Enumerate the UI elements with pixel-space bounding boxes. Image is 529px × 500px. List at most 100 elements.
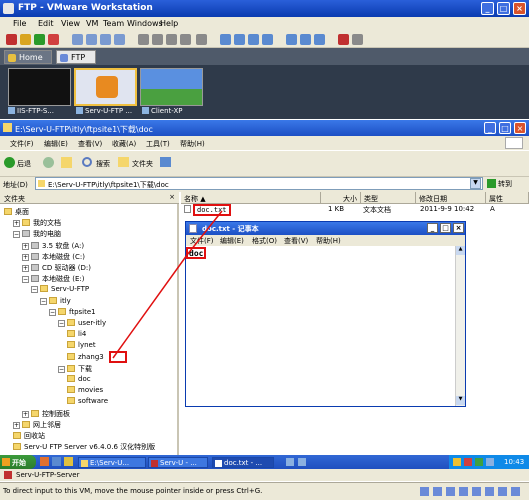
- up-folder-icon[interactable]: [61, 157, 72, 168]
- record-icon[interactable]: [338, 34, 349, 45]
- close-button[interactable]: ×: [513, 2, 526, 15]
- expand-icon[interactable]: +: [13, 220, 20, 228]
- tree-node[interactable]: li4: [67, 330, 86, 338]
- device-sound-icon[interactable]: [485, 487, 494, 496]
- vm-thumbnail-client[interactable]: [140, 68, 203, 106]
- tray-icon[interactable]: [464, 458, 472, 466]
- start-button[interactable]: 开始: [0, 455, 36, 469]
- collapse-icon[interactable]: −: [31, 286, 38, 294]
- expand-icon[interactable]: +: [22, 253, 29, 261]
- settings-icon[interactable]: [196, 34, 207, 45]
- stop-icon[interactable]: [6, 34, 17, 45]
- notepad-close-button[interactable]: ×: [453, 223, 464, 233]
- minimize-button[interactable]: _: [481, 2, 494, 15]
- console-icon[interactable]: [180, 34, 191, 45]
- collapse-icon[interactable]: −: [40, 297, 47, 305]
- vm-thumbnail-iis[interactable]: [8, 68, 71, 106]
- tree-node[interactable]: − itly: [40, 296, 71, 305]
- notepad-minimize-button[interactable]: _: [427, 223, 438, 233]
- np-menu-format[interactable]: 格式(O): [252, 236, 277, 246]
- tree-node[interactable]: doc: [67, 375, 91, 383]
- pause-icon[interactable]: [20, 34, 31, 45]
- tree-node[interactable]: + CD 驱动器 (D:): [22, 263, 91, 273]
- notepad-maximize-button[interactable]: □: [440, 223, 451, 233]
- np-menu-help[interactable]: 帮助(H): [316, 236, 341, 246]
- tree-node[interactable]: − user-itly: [58, 319, 106, 327]
- sidebar-icon[interactable]: [166, 34, 177, 45]
- explorer-maximize-button[interactable]: □: [499, 122, 511, 134]
- tree-node[interactable]: + 网上邻居: [13, 420, 61, 430]
- quick-launch-icon[interactable]: [52, 457, 61, 466]
- tray-icon[interactable]: [486, 458, 494, 466]
- back-button[interactable]: 后退: [17, 159, 31, 169]
- task-servu[interactable]: Serv-U - ...: [148, 457, 208, 468]
- tree-node[interactable]: movies: [67, 386, 103, 394]
- forward-arrow-icon[interactable]: [43, 157, 54, 168]
- maximize-button[interactable]: □: [497, 2, 510, 15]
- collapse-icon[interactable]: −: [58, 320, 65, 327]
- back-arrow-icon[interactable]: [4, 157, 15, 168]
- reset-icon[interactable]: [48, 34, 59, 45]
- column-date[interactable]: 修改日期: [416, 192, 486, 204]
- expand-icon[interactable]: +: [13, 421, 20, 429]
- ex-menu-edit[interactable]: 编辑(E): [44, 139, 68, 149]
- go-button[interactable]: 转到: [486, 177, 526, 190]
- collapse-icon[interactable]: −: [49, 308, 56, 316]
- taskbar-app-icon[interactable]: [286, 458, 294, 466]
- tray-icon[interactable]: [475, 458, 483, 466]
- menu-windows[interactable]: Windows: [127, 19, 163, 28]
- vm-thumbnail-servu[interactable]: [74, 68, 137, 106]
- tree-node[interactable]: Serv-U FTP Server v6.4.0.6 汉化特别版: [13, 442, 155, 452]
- np-menu-edit[interactable]: 编辑(E): [220, 236, 244, 246]
- team-icon[interactable]: [152, 34, 163, 45]
- column-attr[interactable]: 属性: [486, 192, 529, 204]
- tab-ftp[interactable]: FTP: [56, 50, 96, 64]
- collapse-icon[interactable]: −: [13, 231, 20, 239]
- tree-node[interactable]: − Serv-U-FTP: [31, 285, 89, 294]
- expand-icon[interactable]: +: [22, 242, 29, 250]
- explorer-close-button[interactable]: ×: [514, 122, 526, 134]
- play-icon[interactable]: [34, 34, 45, 45]
- menu-vm[interactable]: VM: [86, 19, 98, 28]
- device-floppy-icon[interactable]: [446, 487, 455, 496]
- search-button[interactable]: 搜索: [96, 159, 110, 169]
- tree-node[interactable]: 回收站: [13, 431, 45, 441]
- menu-view[interactable]: View: [61, 19, 80, 28]
- tray-icon[interactable]: [453, 458, 461, 466]
- column-size[interactable]: 大小: [321, 192, 361, 204]
- menu-team[interactable]: Team: [103, 19, 124, 28]
- notepad-scrollbar[interactable]: ▲ ▼: [455, 246, 465, 406]
- address-input[interactable]: E:\Serv-U-FTP\itly\ftpsite1\下载\doc: [35, 177, 483, 190]
- menu-help[interactable]: Help: [160, 19, 178, 28]
- address-dropdown-icon[interactable]: ▼: [470, 178, 481, 189]
- column-type[interactable]: 类型: [361, 192, 416, 204]
- snapshot-manager-icon[interactable]: [100, 34, 111, 45]
- tree-node[interactable]: lynet: [67, 341, 96, 349]
- view-normal-icon[interactable]: [220, 34, 231, 45]
- ex-menu-help[interactable]: 帮助(H): [180, 139, 205, 149]
- tree-node[interactable]: zhang3: [67, 352, 104, 361]
- device-network-icon[interactable]: [459, 487, 468, 496]
- tree-node[interactable]: +3.5 软盘 (A:): [22, 241, 84, 251]
- tree-node[interactable]: + 控制面板: [22, 409, 70, 419]
- scroll-up-icon[interactable]: ▲: [456, 246, 465, 255]
- expand-icon[interactable]: +: [22, 410, 29, 418]
- device-hdd-icon[interactable]: [420, 487, 429, 496]
- np-menu-view[interactable]: 查看(V): [284, 236, 308, 246]
- device-usb-icon[interactable]: [472, 487, 481, 496]
- ex-menu-view[interactable]: 查看(V): [78, 139, 102, 149]
- tree-node[interactable]: − 我的电脑: [13, 229, 61, 239]
- device-printer-icon[interactable]: [498, 487, 507, 496]
- view-quick-switch-icon[interactable]: [234, 34, 245, 45]
- table-row[interactable]: doc.txt: [184, 204, 231, 216]
- ex-menu-favorites[interactable]: 收藏(A): [112, 139, 136, 149]
- snapshot-icon[interactable]: [72, 34, 83, 45]
- task-explorer[interactable]: E:\Serv-U...: [78, 457, 146, 468]
- tree-node[interactable]: − ftpsite1: [49, 307, 96, 316]
- tree-node[interactable]: + 本地磁盘 (C:): [22, 252, 85, 262]
- folders-button[interactable]: 文件夹: [132, 159, 153, 169]
- view-summary-icon[interactable]: [286, 34, 297, 45]
- np-menu-file[interactable]: 文件(F): [190, 236, 214, 246]
- device-cd-icon[interactable]: [433, 487, 442, 496]
- revert-icon[interactable]: [86, 34, 97, 45]
